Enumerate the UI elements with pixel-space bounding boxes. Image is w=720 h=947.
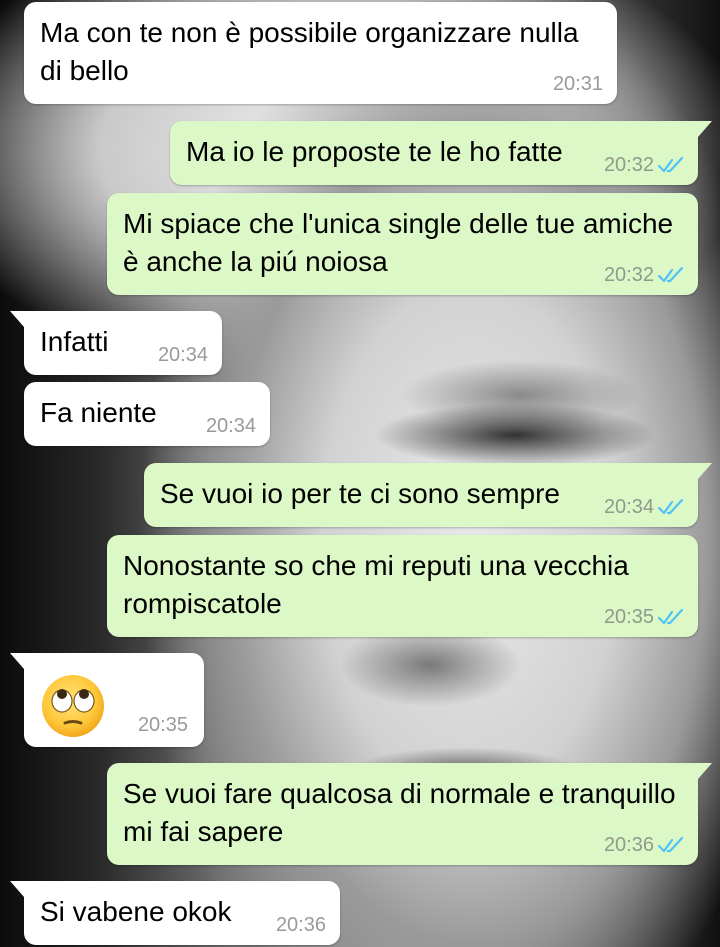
message-bubble-outgoing[interactable]: Se vuoi io per te ci sono sempre 20:34 — [144, 463, 712, 527]
message-time: 20:34 — [603, 496, 654, 518]
message-timestamp: 20:34 — [604, 495, 684, 519]
message-time: 20:31 — [552, 73, 603, 95]
message-text: Nonostante so che mi reputi una vecchia … — [123, 550, 629, 619]
message-timestamp: 20:36 — [276, 913, 326, 937]
message-bubble-outgoing[interactable]: Mi spiace che l'unica single delle tue a… — [107, 193, 698, 295]
double-check-icon — [658, 156, 684, 173]
message-time: 20:34 — [157, 344, 208, 366]
double-check-icon — [658, 266, 684, 283]
message-timestamp: 20:34 — [206, 414, 256, 438]
message-bubble-incoming[interactable]: Ma con te non è possibile organizzare nu… — [24, 2, 617, 104]
message-text: Ma con te non è possibile organizzare nu… — [40, 17, 579, 86]
message-timestamp: 20:31 — [553, 72, 603, 96]
message-timestamp: 20:36 — [604, 833, 684, 857]
message-bubble-outgoing[interactable]: Se vuoi fare qualcosa di normale e tranq… — [107, 763, 712, 865]
message-bubble-incoming[interactable]: Infatti 20:34 — [10, 311, 222, 375]
message-time: 20:32 — [603, 154, 654, 176]
message-text: Fa niente — [40, 397, 157, 428]
face-with-rolling-eyes-icon — [42, 675, 104, 737]
message-text: Infatti — [40, 326, 109, 357]
message-bubble-incoming[interactable]: 20:35 — [10, 653, 204, 747]
message-time: 20:32 — [603, 264, 654, 286]
message-time: 20:36 — [603, 834, 654, 856]
message-time: 20:36 — [275, 914, 326, 936]
message-bubble-incoming[interactable]: Fa niente 20:34 — [24, 382, 270, 446]
message-bubble-outgoing[interactable]: Nonostante so che mi reputi una vecchia … — [107, 535, 698, 637]
message-time: 20:35 — [137, 714, 188, 736]
double-check-icon — [658, 836, 684, 853]
message-text: Si vabene okok — [40, 896, 232, 927]
message-timestamp: 20:35 — [604, 605, 684, 629]
message-text: Se vuoi io per te ci sono sempre — [160, 478, 560, 509]
message-bubble-incoming[interactable]: Si vabene okok 20:36 — [10, 881, 340, 945]
message-timestamp: 20:32 — [604, 153, 684, 177]
chat-screen: Ma con te non è possibile organizzare nu… — [0, 0, 720, 947]
message-time: 20:35 — [603, 606, 654, 628]
message-text: Mi spiace che l'unica single delle tue a… — [123, 208, 674, 277]
message-timestamp: 20:34 — [158, 343, 208, 367]
message-time: 20:34 — [205, 415, 256, 437]
message-timestamp: 20:35 — [138, 713, 188, 737]
double-check-icon — [658, 608, 684, 625]
double-check-icon — [658, 498, 684, 515]
message-bubble-outgoing[interactable]: Ma io le proposte te le ho fatte 20:32 — [170, 121, 712, 185]
message-timestamp: 20:32 — [604, 263, 684, 287]
message-text: Se vuoi fare qualcosa di normale e tranq… — [123, 778, 676, 847]
message-text: Ma io le proposte te le ho fatte — [186, 136, 563, 167]
